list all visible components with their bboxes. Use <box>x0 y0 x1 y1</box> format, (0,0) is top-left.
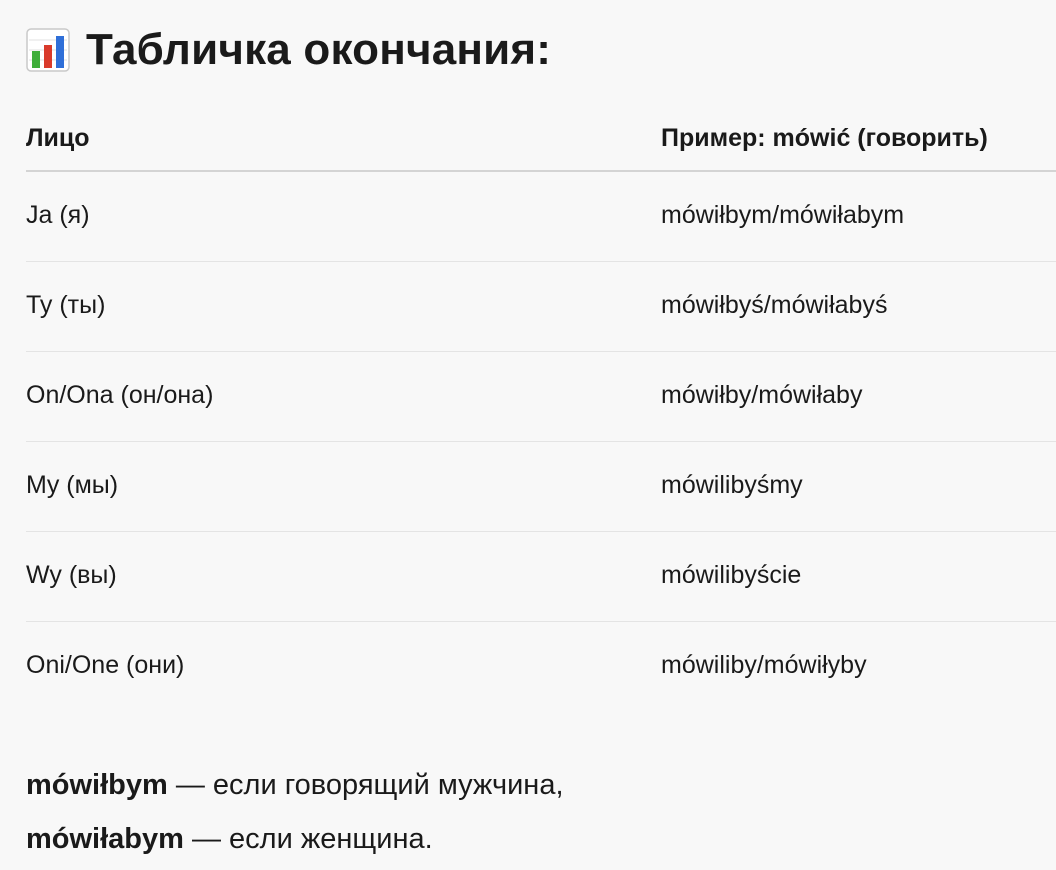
person-cell: Ja (я) <box>26 201 90 229</box>
table-row: Ja (я) mówiłbym/mówiłabym <box>26 172 1056 262</box>
endings-table: Лицо Пример: mówić (говорить) Ja (я) mów… <box>26 102 1056 711</box>
person-cell: My (мы) <box>26 471 119 499</box>
person-cell: Oni/One (они) <box>26 651 185 679</box>
table-header-row: Лицо Пример: mówić (говорить) <box>26 102 1056 172</box>
note-explanation: — если говорящий мужчина, <box>167 769 564 801</box>
table-row: My (мы) mówilibyśmy <box>26 442 1056 532</box>
note-feminine: mówiłabym — если женщина. <box>26 812 564 866</box>
example-cell: mówilibyście <box>661 561 802 589</box>
table-row: Oni/One (они) mówiliby/mówiłyby <box>26 622 1056 711</box>
note-term: mówiłbym <box>26 769 168 801</box>
example-cell: mówiliby/mówiłyby <box>661 651 867 679</box>
note-explanation: — если женщина. <box>183 823 433 855</box>
person-cell: Ty (ты) <box>26 291 106 319</box>
example-cell: mówiłbyś/mówiłabyś <box>661 291 888 319</box>
table-row: Ty (ты) mówiłbyś/mówiłabyś <box>26 262 1056 352</box>
example-cell: mówilibyśmy <box>661 471 803 499</box>
note-masculine: mówiłbym — если говорящий мужчина, <box>26 758 564 812</box>
column-header-person: Лицо <box>26 124 90 152</box>
note-term: mówiłabym <box>26 823 184 855</box>
example-cell: mówiłby/mówiłaby <box>661 381 863 409</box>
example-cell: mówiłbym/mówiłabym <box>661 201 905 229</box>
column-header-example: Пример: mówić (говорить) <box>661 124 988 152</box>
person-cell: Wy (вы) <box>26 561 117 589</box>
bar-chart-icon <box>26 28 70 72</box>
usage-notes: mówiłbym — если говорящий мужчина, mówił… <box>26 758 564 866</box>
page-title: Табличка окончания: <box>86 25 552 74</box>
table-row: On/Ona (он/она) mówiłby/mówiłaby <box>26 352 1056 442</box>
section-heading: Табличка окончания: <box>26 22 551 78</box>
person-cell: On/Ona (он/она) <box>26 381 214 409</box>
table-row: Wy (вы) mówilibyście <box>26 532 1056 622</box>
